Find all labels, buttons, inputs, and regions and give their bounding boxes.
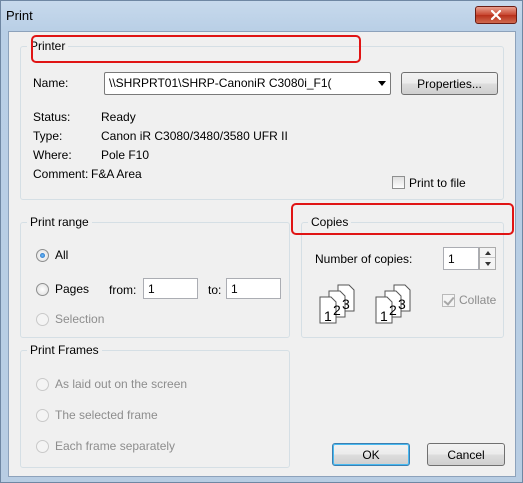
frames-option-radio-3[interactable] — [36, 440, 49, 453]
status-label: Status: — [33, 110, 71, 124]
frames-option-label-1: As laid out on the screen — [55, 377, 188, 391]
print-frames-group-label: Print Frames — [27, 343, 102, 357]
collate-digit-1b: 1 — [380, 308, 388, 324]
to-label: to: — [208, 283, 222, 297]
ok-button[interactable]: OK — [332, 443, 410, 466]
print-to-file-checkbox[interactable] — [392, 176, 405, 189]
dialog-body: Printer Name: \\SHRPRT01\SHRP-CanoniR C3… — [8, 31, 516, 477]
properties-button[interactable]: Properties... — [401, 72, 498, 95]
comment-label: Comment: — [33, 167, 89, 181]
title-bar[interactable]: Print — [1, 1, 522, 31]
cancel-button-label: Cancel — [447, 447, 485, 462]
properties-button-label: Properties... — [417, 76, 482, 91]
spin-up-icon[interactable] — [480, 248, 495, 258]
collate-digit-3a: 3 — [342, 296, 350, 312]
print-range-group-label: Print range — [27, 215, 92, 229]
printer-group: Printer Name: \\SHRPRT01\SHRP-CanoniR C3… — [20, 39, 504, 200]
from-input[interactable] — [143, 278, 198, 299]
print-frames-group: Print Frames As laid out on the screen T… — [20, 343, 290, 468]
frames-option-radio-2[interactable] — [36, 409, 49, 422]
spin-down-icon[interactable] — [480, 259, 495, 269]
copies-group: Copies Number of copies: 1 2 3 — [301, 215, 504, 338]
all-label: All — [55, 248, 69, 262]
frames-option-label-3: Each frame separately — [55, 439, 176, 453]
selection-label: Selection — [55, 312, 105, 326]
from-label: from: — [109, 283, 137, 297]
printer-highlight-box — [31, 35, 361, 63]
copies-highlight-box — [291, 203, 514, 235]
collate-pages-icon: 1 2 3 1 2 3 — [319, 284, 411, 324]
type-label: Type: — [33, 129, 63, 143]
to-input[interactable] — [226, 278, 281, 299]
collate-digit-2a: 2 — [333, 302, 341, 318]
close-icon — [491, 10, 501, 20]
pages-radio[interactable] — [36, 283, 49, 296]
print-to-file-label: Print to file — [409, 176, 466, 190]
printer-name-select[interactable]: \\SHRPRT01\SHRP-CanoniR C3080i_F1( — [104, 72, 391, 95]
printer-name-value: \\SHRPRT01\SHRP-CanoniR C3080i_F1( — [109, 76, 332, 90]
print-range-group: Print range All Pages from: to: Selectio… — [20, 215, 290, 338]
copies-spinner[interactable] — [479, 247, 496, 270]
pages-label: Pages — [55, 282, 90, 296]
frames-option-radio-1[interactable] — [36, 378, 49, 391]
where-label: Where: — [33, 148, 72, 162]
close-button[interactable] — [475, 6, 517, 24]
all-radio[interactable] — [36, 249, 49, 262]
ok-button-label: OK — [362, 447, 380, 462]
comment-value: F&A Area — [91, 167, 142, 181]
collate-label: Collate — [459, 293, 497, 307]
frames-option-label-2: The selected frame — [55, 408, 158, 422]
print-dialog: Print Printer Name: \\SHRPRT01\SHRP-Cano… — [0, 0, 523, 483]
type-value: Canon iR C3080/3480/3580 UFR II — [101, 129, 288, 143]
selection-radio[interactable] — [36, 313, 49, 326]
where-value: Pole F10 — [101, 148, 150, 162]
window-title: Print — [6, 8, 33, 23]
cancel-button[interactable]: Cancel — [427, 443, 505, 466]
dropdown-arrow-icon — [378, 81, 386, 86]
collate-digit-2b: 2 — [389, 302, 397, 318]
number-of-copies-label: Number of copies: — [315, 252, 413, 266]
collate-digit-3b: 3 — [398, 296, 406, 312]
collate-digit-1a: 1 — [324, 308, 332, 324]
status-value: Ready — [101, 110, 136, 124]
name-label: Name: — [33, 76, 69, 90]
collate-checkbox[interactable] — [442, 294, 455, 307]
copies-input[interactable] — [443, 247, 479, 270]
